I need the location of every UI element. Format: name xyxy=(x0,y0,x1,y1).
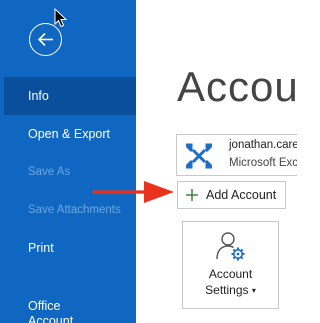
nav-item-info[interactable]: Info xyxy=(4,77,136,115)
nav-item-office-account[interactable]: Office Account xyxy=(4,297,136,323)
nav-item-label-line2: Account xyxy=(28,314,74,323)
nav-item-open-export[interactable]: Open & Export xyxy=(4,115,136,153)
nav-item-label: Save As xyxy=(28,166,71,178)
mouse-pointer-icon xyxy=(54,8,68,28)
account-email: jonathan.care xyxy=(229,139,297,151)
back-arrow-icon xyxy=(37,32,53,47)
account-type: Microsoft Exc xyxy=(229,157,297,169)
account-settings-label-line1: Account xyxy=(208,267,253,281)
account-settings-label-line2: Settings xyxy=(205,283,249,297)
account-settings-label: Account Settings ▾ xyxy=(183,266,278,299)
nav-item-label: Print xyxy=(28,241,54,255)
sidebar-divider xyxy=(136,0,144,323)
sidebar: Info Open & Export Save As Save Attachme… xyxy=(0,0,144,323)
exchange-icon xyxy=(185,143,213,169)
nav-item-print[interactable]: Print xyxy=(4,229,136,267)
user-gear-icon xyxy=(216,232,245,261)
add-account-label: Add Account xyxy=(206,188,277,202)
page-title: Accou xyxy=(177,63,297,110)
account-card[interactable]: jonathan.care Microsoft Exc xyxy=(176,134,297,176)
outlook-backstage: Info Open & Export Save As Save Attachme… xyxy=(0,0,297,323)
plus-icon xyxy=(186,189,198,201)
red-annotation-arrow-icon xyxy=(92,181,174,203)
nav-item-label: Info xyxy=(28,89,49,103)
chevron-down-icon: ▾ xyxy=(251,286,256,295)
add-account-button[interactable]: Add Account xyxy=(177,181,286,209)
nav-item-label: Open & Export xyxy=(28,127,110,141)
account-settings-button[interactable]: Account Settings ▾ xyxy=(182,221,279,309)
nav-item-label-line1: Office xyxy=(28,299,61,313)
